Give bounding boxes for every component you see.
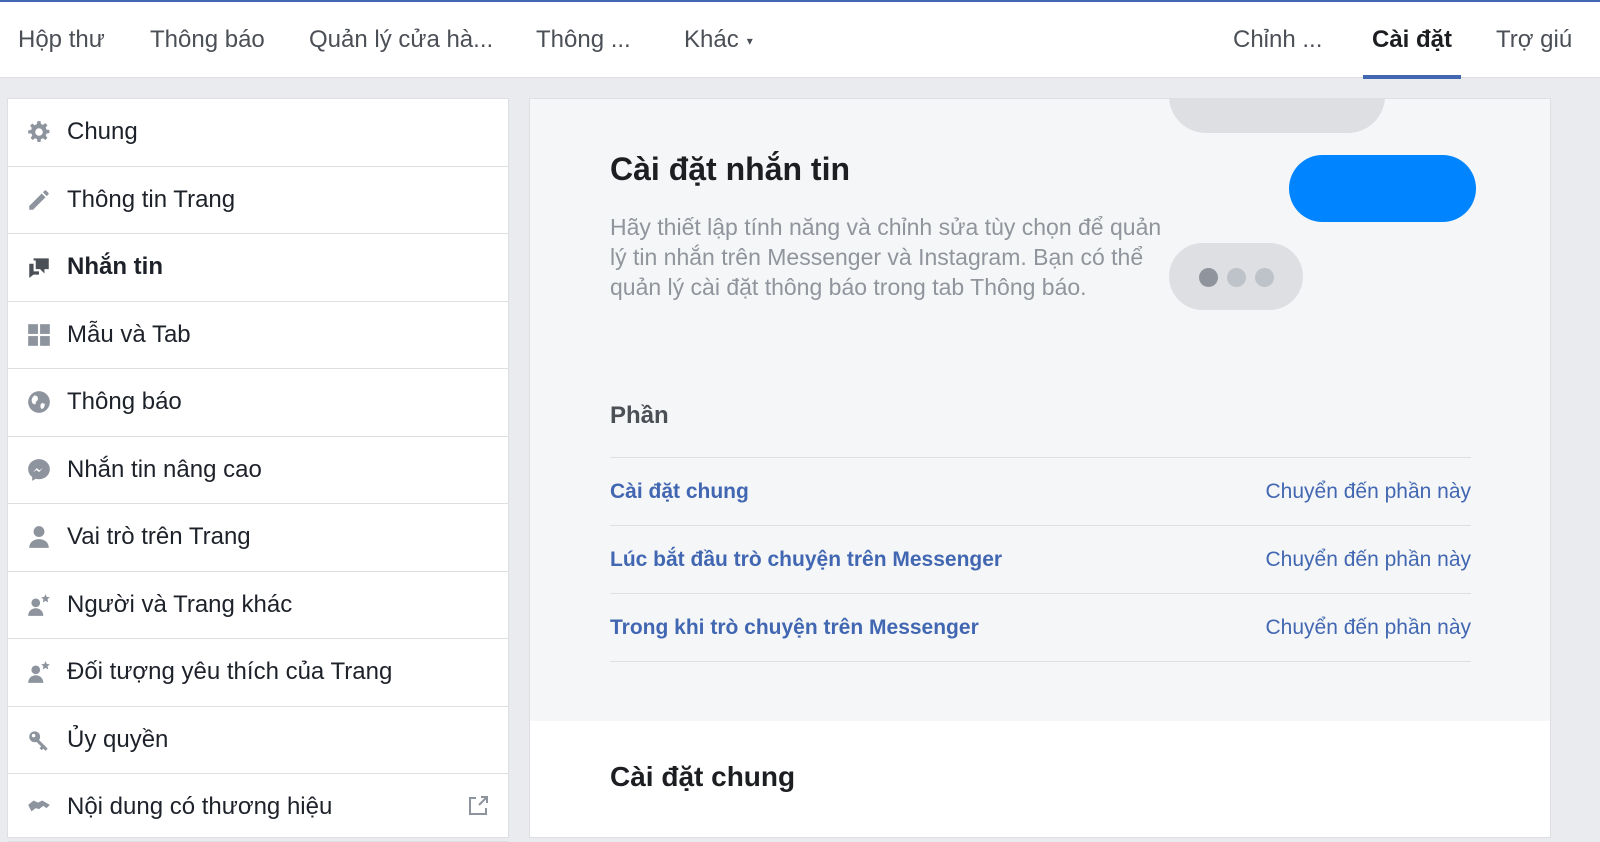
section-row-general: Cài đặt chung Chuyển đến phần này [610, 458, 1471, 526]
nav-help[interactable]: Trợ giú [1496, 2, 1572, 78]
typing-dot [1255, 268, 1274, 287]
page-description: Hãy thiết lập tính năng và chỉnh sửa tùy… [610, 214, 1162, 300]
nav-inbox[interactable]: Hộp thư [18, 2, 105, 78]
sidebar-item-label: Nội dung có thương hiệu [67, 793, 333, 821]
person-icon [25, 523, 53, 551]
illustration-bubble-blue [1289, 155, 1476, 222]
sections-list: Cài đặt chung Chuyển đến phần này Lúc bắ… [610, 457, 1471, 662]
external-link-icon[interactable] [466, 794, 490, 818]
sidebar-item-label: Mẫu và Tab [67, 320, 191, 348]
go-to-section-link[interactable]: Chuyển đến phần này [1266, 548, 1472, 572]
pencil-icon [25, 186, 53, 214]
sidebar-item-label: Thông báo [67, 388, 182, 416]
sidebar-item-authorizations[interactable]: Ủy quyền [8, 707, 508, 774]
sidebar-item-templates-tabs[interactable]: Mẫu và Tab [8, 302, 508, 369]
nav-edit[interactable]: Chỉnh ... [1233, 2, 1322, 78]
page-title: Cài đặt nhắn tin [610, 151, 850, 187]
nav-info[interactable]: Thông ... [536, 2, 631, 78]
messaging-settings-card: Cài đặt nhắn tin Hãy thiết lập tính năng… [529, 98, 1551, 838]
grid-icon [25, 321, 53, 349]
nav-more-label: Khác [684, 26, 739, 53]
nav-shop-manager[interactable]: Quản lý cửa hà... [309, 2, 493, 78]
sidebar-item-label: Đối tượng yêu thích của Trang [67, 658, 393, 686]
sidebar-item-advanced-messaging[interactable]: Nhắn tin nâng cao [8, 437, 508, 504]
chat-bubbles-icon [25, 253, 53, 281]
key-icon [25, 726, 53, 754]
nav-settings[interactable]: Cài đặt [1362, 2, 1462, 79]
sidebar-item-label: Vai trò trên Trang [67, 523, 251, 551]
sidebar-item-messaging[interactable]: Nhắn tin [8, 234, 508, 302]
general-settings-heading: Cài đặt chung [610, 761, 796, 792]
sidebar-item-label: Thông tin Trang [67, 185, 236, 213]
section-title-link[interactable]: Trong khi trò chuyện trên Messenger [610, 616, 979, 640]
sections-heading: Phần [610, 402, 669, 429]
settings-sidebar: Chung Thông tin Trang Nhắn tin Mẫu và Ta… [7, 98, 509, 842]
section-row-during-conversation: Trong khi trò chuyện trên Messenger Chuy… [610, 594, 1471, 662]
illustration-bubble-gray [1169, 99, 1385, 133]
top-navigation: Hộp thư Thông báo Quản lý cửa hà... Thôn… [0, 0, 1600, 79]
sidebar-item-page-info[interactable]: Thông tin Trang [8, 167, 508, 234]
sidebar-item-label: Người và Trang khác [67, 590, 293, 618]
sidebar-item-branded-content[interactable]: Nội dung có thương hiệu [8, 774, 508, 842]
sidebar-item-general[interactable]: Chung [8, 99, 508, 167]
globe-icon [25, 388, 53, 416]
sidebar-item-people-other-pages[interactable]: Người và Trang khác [8, 572, 508, 639]
sidebar-item-notifications[interactable]: Thông báo [8, 369, 508, 437]
sidebar-item-label: Ủy quyền [67, 725, 169, 753]
typing-indicator-icon [1169, 243, 1303, 310]
go-to-section-link[interactable]: Chuyển đến phần này [1266, 616, 1472, 640]
person-star-icon [25, 591, 53, 619]
messenger-icon [25, 456, 53, 484]
nav-more[interactable]: Khác ▾ [684, 2, 753, 78]
sidebar-item-label: Nhắn tin nâng cao [67, 455, 262, 483]
go-to-section-link[interactable]: Chuyển đến phần này [1266, 480, 1472, 504]
sidebar-item-label: Nhắn tin [67, 253, 163, 281]
section-title-link[interactable]: Lúc bắt đầu trò chuyện trên Messenger [610, 548, 1002, 572]
person-star-icon [25, 658, 53, 686]
chevron-down-icon: ▾ [746, 33, 753, 48]
typing-dot [1199, 268, 1218, 287]
typing-dot [1227, 268, 1246, 287]
nav-notifications[interactable]: Thông báo [150, 2, 265, 78]
section-title-link[interactable]: Cài đặt chung [610, 480, 749, 504]
section-row-start-conversation: Lúc bắt đầu trò chuyện trên Messenger Ch… [610, 526, 1471, 594]
sidebar-item-preferred-audience[interactable]: Đối tượng yêu thích của Trang [8, 639, 508, 707]
card-header-area: Cài đặt nhắn tin Hãy thiết lập tính năng… [530, 99, 1550, 721]
sidebar-item-label: Chung [67, 118, 138, 146]
sidebar-item-page-roles[interactable]: Vai trò trên Trang [8, 504, 508, 572]
gear-icon [25, 118, 53, 146]
handshake-icon [25, 793, 53, 821]
